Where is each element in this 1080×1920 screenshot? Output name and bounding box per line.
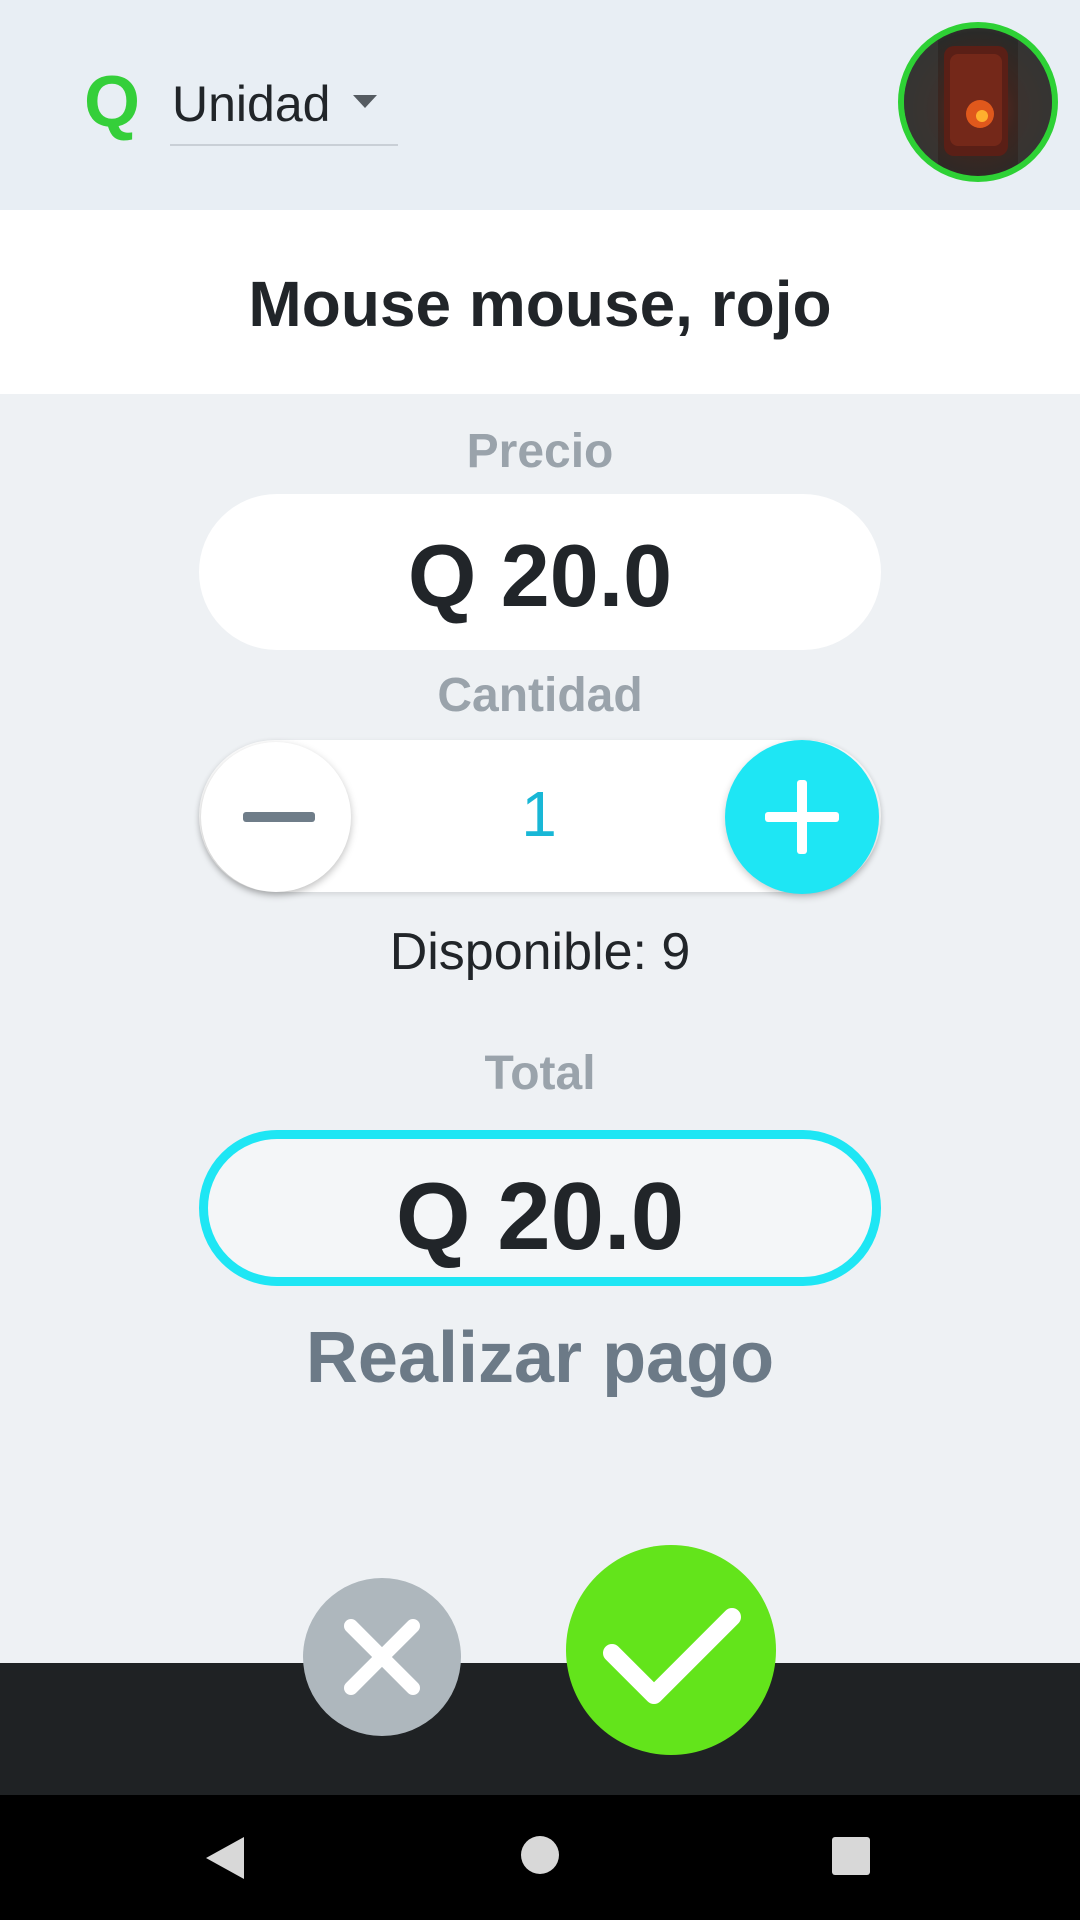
increment-button[interactable] (725, 740, 879, 894)
confirm-button[interactable] (566, 1545, 776, 1755)
quantity-label: Cantidad (437, 669, 643, 722)
price-display: Q 20.0 (199, 494, 881, 650)
make-payment-button[interactable]: Realizar pago (0, 1316, 1080, 1400)
decrement-button[interactable] (201, 742, 351, 892)
quantity-value[interactable]: 1 (359, 776, 719, 852)
minus-icon (243, 812, 315, 822)
total-display: Q 20.0 (199, 1130, 881, 1286)
app-header: Q Unidad (0, 0, 1080, 210)
unit-dropdown[interactable]: Unidad (170, 64, 398, 146)
availability-text: Disponible: 9 (389, 923, 691, 981)
price-label: Precio (466, 425, 614, 478)
product-title: Mouse mouse, rojo (248, 268, 832, 340)
price-value: Q 20.0 (407, 526, 673, 625)
product-title-band: Mouse mouse, rojo (0, 210, 1080, 394)
quantity-stepper: 1 (199, 740, 881, 894)
chevron-down-icon (353, 95, 377, 108)
plus-icon (765, 780, 839, 854)
check-icon (603, 1608, 741, 1704)
system-navigation-bar (0, 1795, 1080, 1920)
currency-logo: Q (84, 62, 141, 142)
product-checkout-screen: Q Unidad Mouse mouse, rojo Precio Q 20.0… (0, 0, 1080, 1920)
home-circle-icon[interactable] (520, 1835, 560, 1875)
total-value: Q 20.0 (395, 1163, 685, 1270)
avatar[interactable] (898, 22, 1058, 182)
unit-dropdown-value: Unidad (172, 76, 331, 132)
back-triangle-icon[interactable] (204, 1835, 246, 1881)
avatar-photo (904, 28, 1052, 176)
cancel-button[interactable] (303, 1578, 461, 1736)
close-icon (344, 1619, 420, 1695)
total-label: Total (484, 1047, 596, 1100)
bottom-action-bar (0, 1663, 1080, 1795)
recents-square-icon[interactable] (831, 1836, 871, 1876)
